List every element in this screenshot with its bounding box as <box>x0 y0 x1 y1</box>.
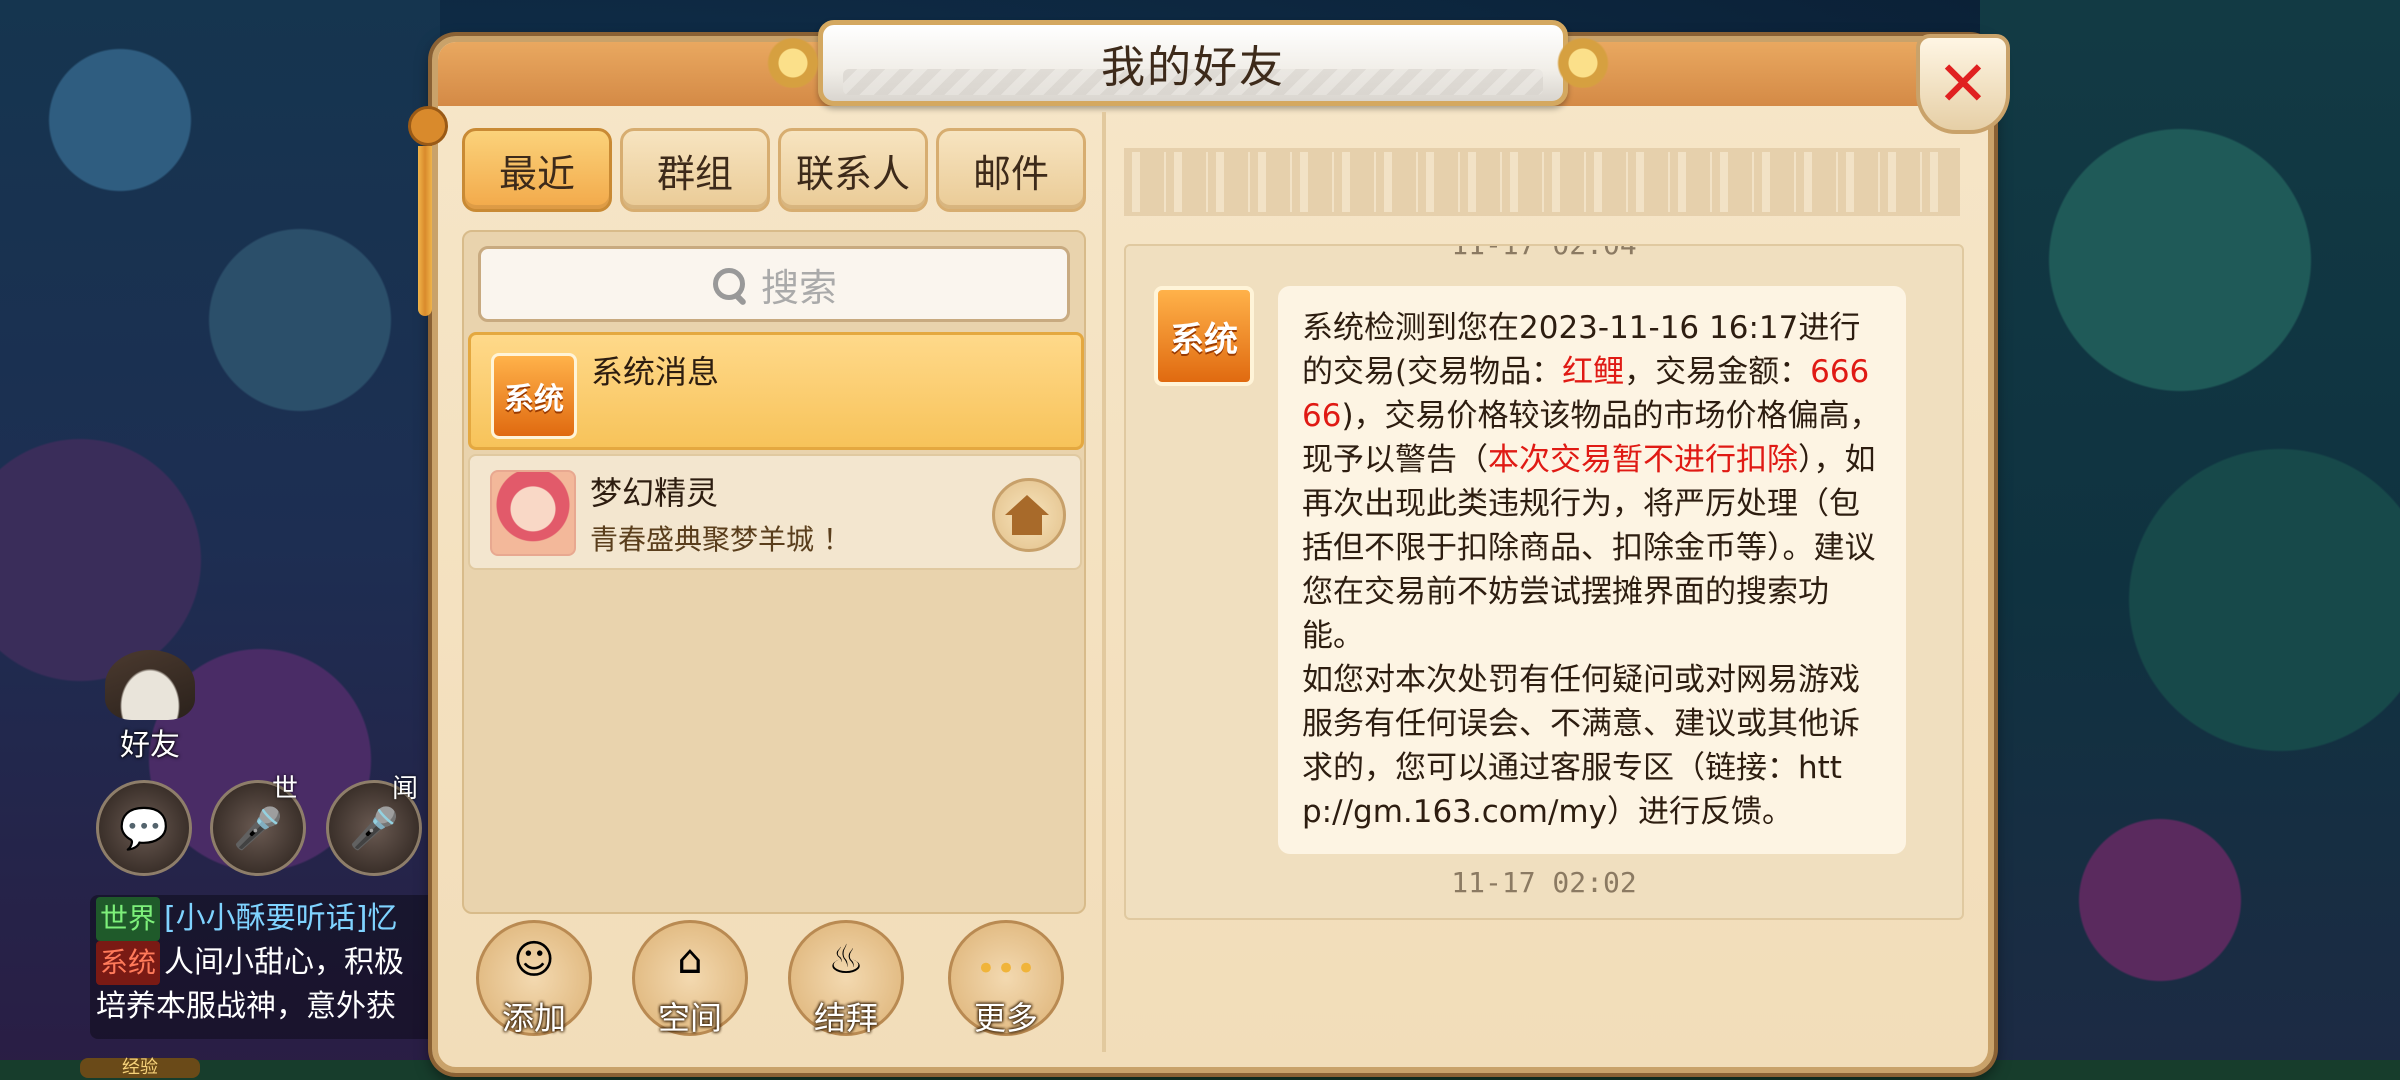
list-item-system-messages[interactable]: 系统 系统消息 <box>468 332 1084 450</box>
action-bar: ☺ 添加 ⌂ 空间 ♨ 结拜 ••• 更多 <box>462 920 1082 1040</box>
add-friend-icon: ☺ <box>513 937 555 983</box>
title-plate: 我的好友 <box>818 20 1568 106</box>
message-highlight: 红鲤 <box>1562 354 1625 390</box>
message-column: 11-17 02:04 系统 系统检测到您在2023-11-16 16:17进行… <box>1124 120 1964 1040</box>
close-button[interactable]: ✕ <box>1916 34 2010 134</box>
space-button[interactable]: ⌂ 空间 <box>632 920 748 1037</box>
tab-bar: 最近 群组 联系人 邮件 <box>462 128 1086 212</box>
tab-groups[interactable]: 群组 <box>620 128 770 212</box>
chat-line: 培养本服战神，意外获 <box>96 985 456 1029</box>
search-placeholder: 搜索 <box>760 265 837 310</box>
contact-name: 系统消息 <box>591 353 720 391</box>
message-list[interactable]: 11-17 02:04 系统 系统检测到您在2023-11-16 16:17进行… <box>1124 244 1964 920</box>
wine-jar-icon: ♨ <box>828 937 864 983</box>
scroll-ornament-icon <box>758 38 828 88</box>
friends-shortcut-label: 好友 <box>120 728 180 763</box>
home-button[interactable] <box>992 478 1066 552</box>
meander-border <box>1124 148 1960 216</box>
sworn-button[interactable]: ♨ 结拜 <box>788 920 904 1037</box>
friends-shortcut[interactable]: 好友 <box>100 650 200 764</box>
message-bubble: 系统检测到您在2023-11-16 16:17进行的交易(交易物品：红鲤，交易金… <box>1278 286 1906 854</box>
exp-bar: 经验 <box>80 1058 200 1078</box>
list-item-contact[interactable]: 梦幻精灵 青春盛典聚梦羊城 ！ <box>468 454 1082 570</box>
scroll-ornament-icon <box>1548 38 1618 88</box>
contact-list: 搜索 系统 系统消息 梦幻精灵 青春盛典聚梦羊城 ！ <box>462 230 1086 914</box>
chat-text: 培养本服战神，意外获 <box>96 989 396 1024</box>
message-highlight: 本次交易暂不进行扣除 <box>1488 442 1798 478</box>
message-timestamp: 11-17 02:04 <box>1451 244 1637 261</box>
search-icon <box>711 266 747 302</box>
panel-title: 我的好友 <box>1101 42 1285 93</box>
message-text: 如您对本次处罚有任何疑问或对网易游戏服务有任何误会、不满意、建议或其他诉求的，您… <box>1302 662 1860 830</box>
tab-contacts[interactable]: 联系人 <box>778 128 928 212</box>
avatar <box>490 470 576 556</box>
chat-line: 世界 [小小酥要听话]忆 <box>96 897 456 941</box>
more-label: 更多 <box>973 999 1038 1037</box>
tassel-ornament <box>408 106 448 366</box>
friends-panel: 我的好友 ✕ 最近 群组 联系人 邮件 搜索 系统 系统消息 梦幻精灵 青春盛典… <box>408 20 2010 1073</box>
news-voice-tag: 闻 <box>392 774 419 804</box>
chat-feed[interactable]: 世界 [小小酥要听话]忆 系统 人间小甜心，积极 培养本服战神，意外获 <box>90 895 462 1039</box>
column-divider <box>1102 112 1106 1052</box>
channel-tag: 世界 <box>96 897 161 941</box>
close-icon: ✕ <box>1937 47 1989 120</box>
dots-icon: ••• <box>975 949 1037 989</box>
chat-text: [小小酥要听话]忆 <box>164 901 398 936</box>
message-text: ，交易金额： <box>1624 354 1811 390</box>
house-icon: ⌂ <box>677 937 703 983</box>
home-icon <box>1005 495 1049 515</box>
contact-name: 梦幻精灵 <box>590 474 719 512</box>
add-friend-button[interactable]: ☺ 添加 <box>476 920 592 1037</box>
world-voice-tag: 世 <box>272 774 299 804</box>
message-timestamp: 11-17 02:02 <box>1451 866 1637 899</box>
chat-line: 系统 人间小甜心，积极 <box>96 941 456 985</box>
tab-mail[interactable]: 邮件 <box>936 128 1086 212</box>
chat-bubble-icon[interactable]: 💬 <box>96 780 192 876</box>
tab-recent[interactable]: 最近 <box>462 128 612 212</box>
channel-tag: 系统 <box>96 941 161 985</box>
contacts-column: 最近 群组 联系人 邮件 搜索 系统 系统消息 梦幻精灵 青春盛典聚梦羊城 ！ <box>462 120 1086 1040</box>
friends-avatar-icon <box>105 650 195 720</box>
system-badge-icon: 系统 <box>491 353 577 439</box>
more-button[interactable]: ••• 更多 <box>948 920 1064 1037</box>
game-scene-right <box>1980 0 2400 1080</box>
chat-text: 人间小甜心，积极 <box>164 945 405 980</box>
add-friend-label: 添加 <box>501 999 566 1037</box>
contact-status: 青春盛典聚梦羊城 ！ <box>590 523 851 556</box>
search-input[interactable]: 搜索 <box>478 246 1070 322</box>
system-sender-icon: 系统 <box>1154 286 1254 386</box>
space-label: 空间 <box>657 999 722 1037</box>
sworn-label: 结拜 <box>813 999 878 1037</box>
